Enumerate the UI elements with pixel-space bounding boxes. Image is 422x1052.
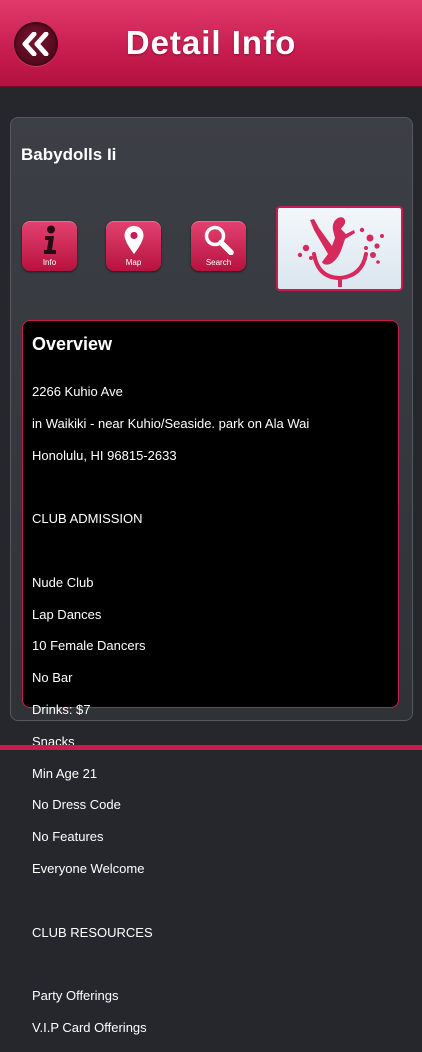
info-button[interactable]: Info bbox=[22, 221, 77, 271]
overview-text: 2266 Kuhio Ave in Waikiki - near Kuhio/S… bbox=[32, 368, 392, 1052]
search-icon bbox=[204, 225, 234, 255]
overview-line: Nude Club bbox=[32, 574, 94, 590]
info-button-label: Info bbox=[42, 258, 57, 267]
map-button-label: Map bbox=[125, 258, 142, 267]
page-title: Detail Info bbox=[125, 24, 297, 61]
overview-line: No Features bbox=[32, 829, 104, 845]
overview-line: CLUB ADMISSION bbox=[32, 511, 143, 527]
overview-line: 2266 Kuhio Ave bbox=[32, 383, 123, 399]
dancer-in-glass-logo-icon bbox=[297, 217, 384, 287]
club-logo bbox=[276, 206, 403, 291]
overview-line bbox=[32, 893, 392, 909]
overview-line: No Dress Code bbox=[32, 797, 121, 813]
overview-line: CLUB RESOURCES bbox=[32, 924, 153, 940]
bottom-bar bbox=[0, 745, 422, 750]
overview-line: Lap Dances bbox=[32, 606, 102, 622]
search-button[interactable]: Search bbox=[191, 221, 246, 271]
club-name: Babydolls Ii bbox=[21, 145, 117, 164]
map-pin-icon bbox=[124, 226, 143, 254]
overview-heading: Overview bbox=[32, 334, 113, 354]
overview-line: No Bar bbox=[32, 670, 73, 686]
overview-line: Honolulu, HI 96815-2633 bbox=[32, 447, 177, 463]
overview-line bbox=[32, 957, 392, 973]
overview-line: 10 Female Dancers bbox=[32, 638, 146, 654]
overview-line bbox=[32, 543, 392, 559]
overview-line: in Waikiki - near Kuhio/Seaside. park on… bbox=[32, 415, 310, 431]
overview-line: Everyone Welcome bbox=[32, 861, 145, 877]
search-button-label: Search bbox=[205, 258, 232, 267]
overview-line: V.I.P Card Offerings bbox=[32, 1020, 147, 1036]
overview-line: Party Offerings bbox=[32, 988, 119, 1004]
overview-line: Min Age 21 bbox=[32, 765, 98, 781]
overview-line: Drinks: $7 bbox=[32, 702, 91, 718]
header-bar: Detail Info bbox=[0, 0, 422, 87]
map-button[interactable]: Map bbox=[106, 221, 161, 271]
info-icon bbox=[43, 225, 56, 254]
overview-line bbox=[32, 479, 392, 495]
overview-box: Overview 2266 Kuhio Ave in Waikiki - nea… bbox=[22, 320, 399, 1035]
